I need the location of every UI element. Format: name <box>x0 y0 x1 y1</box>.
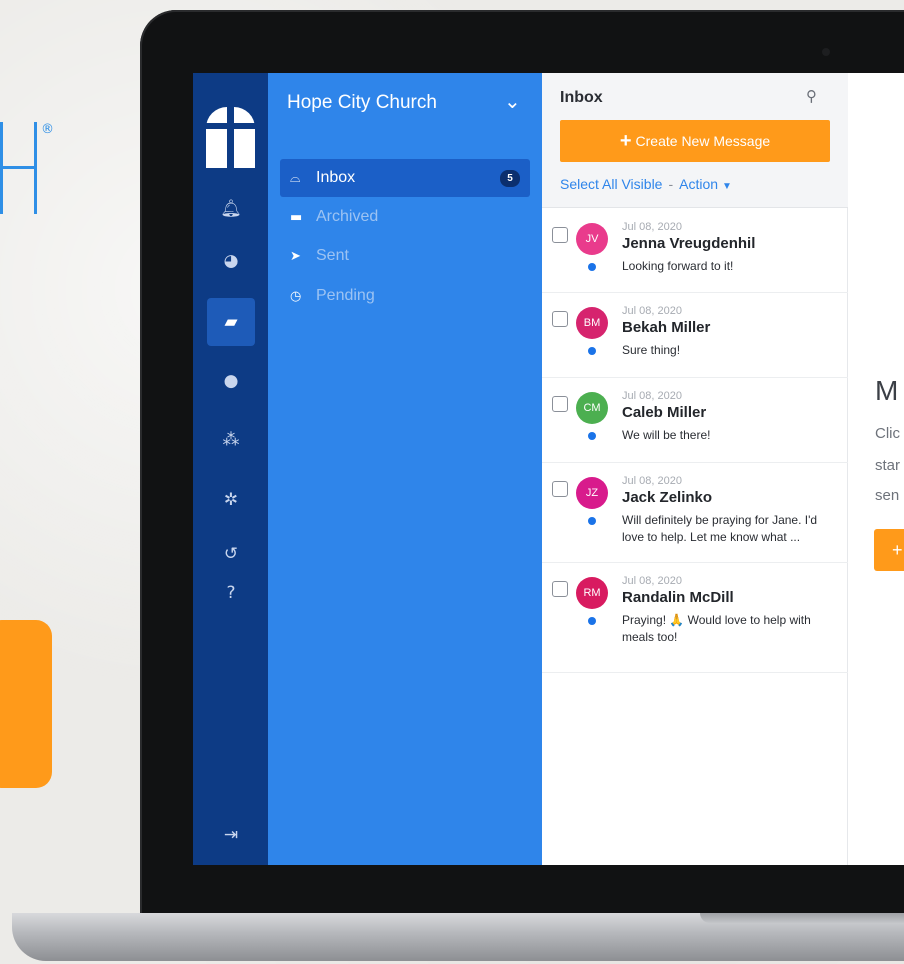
search-icon[interactable]: ⚲ <box>806 87 817 105</box>
sender-name: Randalin McDill <box>622 589 734 606</box>
select-all-link[interactable]: Select All Visible <box>560 176 662 192</box>
church-name[interactable]: Hope City Church <box>287 92 437 114</box>
clock-icon: ◷ <box>290 288 302 304</box>
row-checkbox[interactable] <box>552 311 568 327</box>
create-new-message-button[interactable]: + Create New Message <box>560 120 830 162</box>
paper-plane-icon: ➤ <box>290 248 301 264</box>
unread-count-badge: 5 <box>500 170 520 187</box>
message-preview: Sure thing! <box>622 343 681 357</box>
message-row[interactable]: BM Jul 08, 2020 Bekah Miller Sure thing! <box>542 293 848 378</box>
message-row[interactable]: RM Jul 08, 2020 Randalin McDill Praying!… <box>542 563 848 673</box>
unread-dot-icon <box>588 517 596 525</box>
person-icon[interactable]: ● <box>207 357 255 405</box>
folder-label: Pending <box>316 287 375 304</box>
avatar: RM <box>576 577 608 609</box>
caret-down-icon: ▼ <box>721 181 732 192</box>
message-row[interactable]: CM Jul 08, 2020 Caleb Miller We will be … <box>542 378 848 463</box>
app-screen: 🔔︎ ◕ ▰ ● ⁂ ✲ ↺ ? ⇥ Hope City Church ⌄ ⌓ … <box>193 73 904 865</box>
message-preview: Looking forward to it! <box>622 259 734 273</box>
folder-label: Sent <box>316 247 349 264</box>
message-date: Jul 08, 2020 <box>622 221 682 233</box>
list-title: Inbox <box>560 89 603 106</box>
sender-name: Bekah Miller <box>622 319 711 336</box>
registered-mark: ® <box>41 122 54 137</box>
empty-state-title: M <box>875 375 899 406</box>
avatar: CM <box>576 392 608 424</box>
create-button-label: Create New Message <box>635 133 771 149</box>
message-preview: We will be there! <box>622 428 711 442</box>
empty-state-text: Clic <box>875 425 900 442</box>
row-checkbox[interactable] <box>552 481 568 497</box>
laptop-hinge <box>700 913 904 923</box>
empty-state-text: star <box>875 457 901 474</box>
message-row[interactable]: JV Jul 08, 2020 Jenna Vreugdenhil Lookin… <box>542 209 848 293</box>
bulk-actions-row: Select All Visible - Action ▼ <box>560 176 732 192</box>
sender-name: Jenna Vreugdenhil <box>622 235 756 252</box>
empty-state-text: sen <box>875 487 900 504</box>
archive-icon: ▬ <box>290 209 303 225</box>
icon-rail: 🔔︎ ◕ ▰ ● ⁂ ✲ ↺ ? ⇥ <box>193 73 268 865</box>
list-header: Inbox ⚲ + Create New Message Select All … <box>542 73 848 208</box>
unread-dot-icon <box>588 263 596 271</box>
message-date: Jul 08, 2020 <box>622 475 682 487</box>
church-logo-icon[interactable] <box>206 93 255 168</box>
message-row[interactable]: JZ Jul 08, 2020 Jack Zelinko Will defini… <box>542 463 848 563</box>
folder-label: Inbox <box>316 169 356 186</box>
unread-dot-icon <box>588 347 596 355</box>
new-message-button[interactable]: + <box>874 529 904 571</box>
row-checkbox[interactable] <box>552 227 568 243</box>
gear-icon[interactable]: ✲ <box>207 476 255 524</box>
action-dropdown[interactable]: Action ▼ <box>679 176 732 192</box>
message-list-panel: Inbox ⚲ + Create New Message Select All … <box>542 73 848 865</box>
folder-inbox[interactable]: ⌓ Inbox 5 <box>280 159 530 197</box>
help-icon[interactable]: ? <box>207 569 255 617</box>
avatar: JV <box>576 223 608 255</box>
separator: - <box>668 176 674 192</box>
sender-name: Jack Zelinko <box>622 489 713 506</box>
folders-panel: Hope City Church ⌄ ⌓ Inbox 5 ▬ Archived … <box>268 73 542 865</box>
row-checkbox[interactable] <box>552 581 568 597</box>
unread-dot-icon <box>588 617 596 625</box>
action-label: Action <box>679 176 719 192</box>
avatar: JZ <box>576 477 608 509</box>
brand-logo-letter <box>0 122 38 214</box>
group-icon[interactable]: ⁂ <box>207 416 255 464</box>
folder-sent[interactable]: ➤ Sent <box>280 237 530 275</box>
decorative-orange-card <box>0 620 52 788</box>
message-preview: Praying! 🙏 Would love to help with meals… <box>622 613 811 644</box>
message-date: Jul 08, 2020 <box>622 305 682 317</box>
folder-label: Archived <box>316 208 379 225</box>
message-date: Jul 08, 2020 <box>622 575 682 587</box>
message-preview: Will definitely be praying for Jane. I'd… <box>622 513 818 544</box>
folder-archived[interactable]: ▬ Archived <box>280 198 530 236</box>
logout-icon[interactable]: ⇥ <box>207 811 255 859</box>
sender-name: Caleb Miller <box>622 404 707 421</box>
folder-pending[interactable]: ◷ Pending <box>280 277 530 315</box>
row-checkbox[interactable] <box>552 396 568 412</box>
inbox-icon: ⌓ <box>290 170 301 186</box>
avatar: BM <box>576 307 608 339</box>
unread-dot-icon <box>588 432 596 440</box>
plus-icon: + <box>619 129 632 152</box>
message-date: Jul 08, 2020 <box>622 390 682 402</box>
chevron-down-icon[interactable]: ⌄ <box>504 89 521 113</box>
dashboard-icon[interactable]: ◕ <box>207 237 255 285</box>
bell-icon[interactable]: 🔔︎ <box>207 185 255 233</box>
messages-icon[interactable]: ▰ <box>207 298 255 346</box>
camera-icon <box>822 48 830 56</box>
message-detail-pane: M Clic star sen + <box>848 73 904 865</box>
